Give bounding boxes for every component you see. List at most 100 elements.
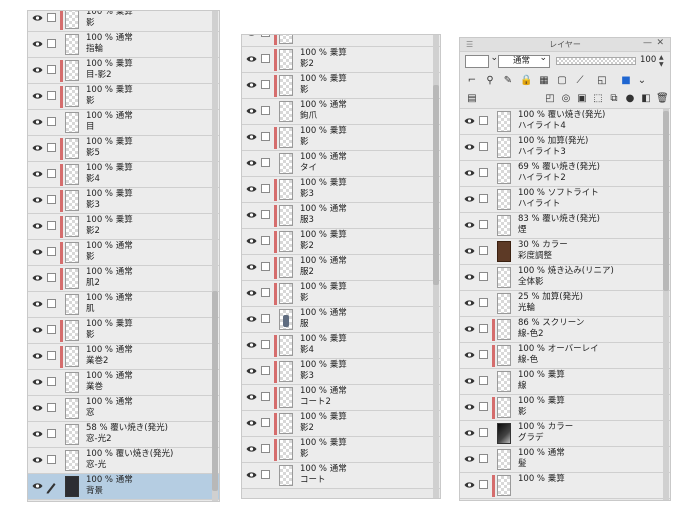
layer-row[interactable]: 100 % 通常影 [28, 240, 219, 266]
opacity-slider[interactable] [556, 57, 636, 65]
new-folder-icon[interactable]: ▣ [576, 93, 588, 105]
lock-checkbox[interactable] [47, 377, 56, 386]
lock-checkbox[interactable] [479, 298, 488, 307]
layer-row[interactable]: 100 % 通常 服3 [242, 203, 440, 229]
eye-icon[interactable] [246, 341, 257, 349]
scrollbar[interactable] [433, 35, 439, 498]
lock-checkbox[interactable] [47, 403, 56, 412]
lock-checkbox[interactable] [479, 116, 488, 125]
eye-icon[interactable] [246, 55, 257, 63]
trash-icon[interactable]: 🗑 [656, 93, 669, 105]
ruler-icon[interactable]: ⟋ [574, 75, 586, 87]
lock-checkbox[interactable] [479, 142, 488, 151]
layer-row[interactable]: 100 % 通常 指輪 [28, 32, 219, 58]
lock-transparency-icon[interactable]: ▦ [538, 75, 550, 87]
scrollbar-thumb[interactable] [433, 85, 439, 285]
layer-row[interactable]: 100 % 乗算影 [242, 73, 440, 99]
layer-row[interactable]: 100 % 乗算影 [28, 11, 219, 32]
lock-checkbox[interactable] [261, 418, 270, 427]
eye-icon[interactable] [32, 14, 43, 22]
chevron-down-icon[interactable]: ⌄ [636, 75, 648, 87]
eye-icon[interactable] [32, 118, 43, 126]
lock-checkbox[interactable] [47, 351, 56, 360]
lock-checkbox[interactable] [47, 65, 56, 74]
lock-checkbox[interactable] [479, 168, 488, 177]
eye-icon[interactable] [32, 248, 43, 256]
minimize-icon[interactable]: — [643, 38, 652, 48]
eye-icon[interactable] [464, 143, 475, 151]
layer-row[interactable]: 100 % 覆い焼き(発光) ハイライト4 [460, 109, 670, 135]
lock-checkbox[interactable] [261, 444, 270, 453]
lock-checkbox[interactable] [47, 325, 56, 334]
lock-checkbox[interactable] [261, 106, 270, 115]
eye-icon[interactable] [464, 481, 475, 489]
layer-row[interactable]: 100 % 乗算 影4 [242, 333, 440, 359]
lock-checkbox[interactable] [261, 132, 270, 141]
eye-icon[interactable] [32, 66, 43, 74]
merge-down-icon[interactable]: ⧉ [608, 93, 620, 105]
layer-row[interactable]: 100 % 通常 タイ [242, 151, 440, 177]
eye-icon[interactable] [246, 237, 257, 245]
lock-checkbox[interactable] [479, 402, 488, 411]
lock-checkbox[interactable] [261, 210, 270, 219]
eye-icon[interactable] [464, 221, 475, 229]
lock-checkbox[interactable] [47, 169, 56, 178]
layer-row[interactable]: 100 % 通常服 [242, 307, 440, 333]
layer-row[interactable]: 100 % ソフトライト ハイライト [460, 187, 670, 213]
eye-icon[interactable] [246, 107, 257, 115]
apply-mask-icon[interactable]: ◧ [640, 93, 652, 105]
eye-icon[interactable] [32, 456, 43, 464]
eye-icon[interactable] [32, 92, 43, 100]
scrollbar-thumb[interactable] [212, 291, 218, 491]
eye-icon[interactable] [32, 404, 43, 412]
layer-row[interactable]: 100 % 通常肌 [28, 292, 219, 318]
layer-row[interactable]: 100 % 通常 背景 [28, 474, 219, 500]
layer-row[interactable]: 58 % 覆い焼き(発光) 窓-光2 [28, 422, 219, 448]
eye-icon[interactable] [464, 169, 475, 177]
eye-icon[interactable] [464, 429, 475, 437]
lock-checkbox[interactable] [261, 80, 270, 89]
lock-checkbox[interactable] [479, 428, 488, 437]
eye-icon[interactable] [464, 195, 475, 203]
lock-checkbox[interactable] [479, 272, 488, 281]
layer-row[interactable]: 100 % 通常髪 [460, 447, 670, 473]
lock-checkbox[interactable] [261, 392, 270, 401]
lock-checkbox[interactable] [47, 143, 56, 152]
lock-checkbox[interactable] [47, 39, 56, 48]
eye-icon[interactable] [464, 273, 475, 281]
mask-icon[interactable]: ▢ [556, 75, 568, 87]
lock-checkbox[interactable] [47, 299, 56, 308]
layer-row[interactable]: 100 % 通常窓 [28, 396, 219, 422]
lock-checkbox[interactable] [261, 470, 270, 479]
eye-icon[interactable] [32, 196, 43, 204]
layer-row[interactable]: 86 % スクリーン 線-色2 [460, 317, 670, 343]
layer-panel-icon[interactable]: ▤ [466, 93, 478, 105]
transfer-down-icon[interactable]: ⬚ [592, 93, 604, 105]
mask-add-icon[interactable]: ● [624, 93, 636, 105]
eye-icon[interactable] [246, 367, 257, 375]
lock-checkbox[interactable] [47, 91, 56, 100]
eye-icon[interactable] [464, 403, 475, 411]
layer-row[interactable]: 100 % 乗算影 [28, 84, 219, 110]
scrollbar[interactable] [663, 109, 669, 500]
lock-checkbox[interactable] [261, 314, 270, 323]
lock-checkbox[interactable] [47, 429, 56, 438]
clip-icon[interactable]: ⌐ [466, 75, 478, 87]
eye-icon[interactable] [464, 377, 475, 385]
eye-icon[interactable] [246, 185, 257, 193]
layer-row[interactable]: 100 % 乗算 目-影2 [28, 58, 219, 84]
layer-row[interactable]: 100 % 加算(発光) ハイライト3 [460, 135, 670, 161]
eye-icon[interactable] [464, 247, 475, 255]
layer-row[interactable]: 100 % 通常 コート2 [242, 385, 440, 411]
layer-row[interactable]: 100 % 乗算影 [242, 125, 440, 151]
layer-row[interactable] [242, 35, 440, 47]
opacity-spinner[interactable]: ▲ ▼ [659, 54, 667, 68]
scrollbar-thumb[interactable] [663, 111, 669, 291]
eye-icon[interactable] [32, 40, 43, 48]
lock-checkbox[interactable] [479, 350, 488, 359]
lock-checkbox[interactable] [479, 480, 488, 489]
eye-icon[interactable] [464, 325, 475, 333]
layer-row[interactable]: 100 % 焼き込み(リニア) 全体影 [460, 265, 670, 291]
lock-checkbox[interactable] [261, 35, 270, 37]
eye-icon[interactable] [32, 352, 43, 360]
